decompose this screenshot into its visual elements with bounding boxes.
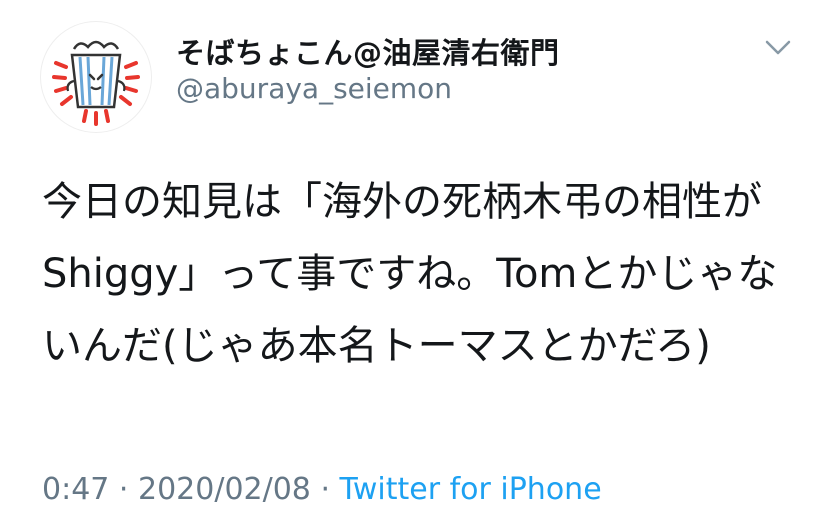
tweet-source-link[interactable]: Twitter for iPhone [340,472,602,507]
avatar-illustration-icon [52,40,140,126]
tweet-date[interactable]: 2020/02/08 [138,472,311,507]
avatar[interactable] [40,21,152,133]
tweet-card: そばちょこん@油屋清右衛門 @aburaya_seiemon 今日の知見は「海外… [0,0,814,521]
user-handle[interactable]: @aburaya_seiemon [176,72,452,105]
display-name[interactable]: そばちょこん@油屋清右衛門 [176,30,560,72]
tweet-text: 今日の知見は「海外の死柄木弔の相性がShiggy」って事ですね。Tomとかじゃな… [42,179,778,369]
meta-separator: · [109,472,138,507]
tweet-meta: 0:47 · 2020/02/08 · Twitter for iPhone [42,472,602,507]
meta-separator: · [310,472,340,507]
chevron-down-icon[interactable] [764,37,792,57]
tweet-time[interactable]: 0:47 [42,472,109,507]
